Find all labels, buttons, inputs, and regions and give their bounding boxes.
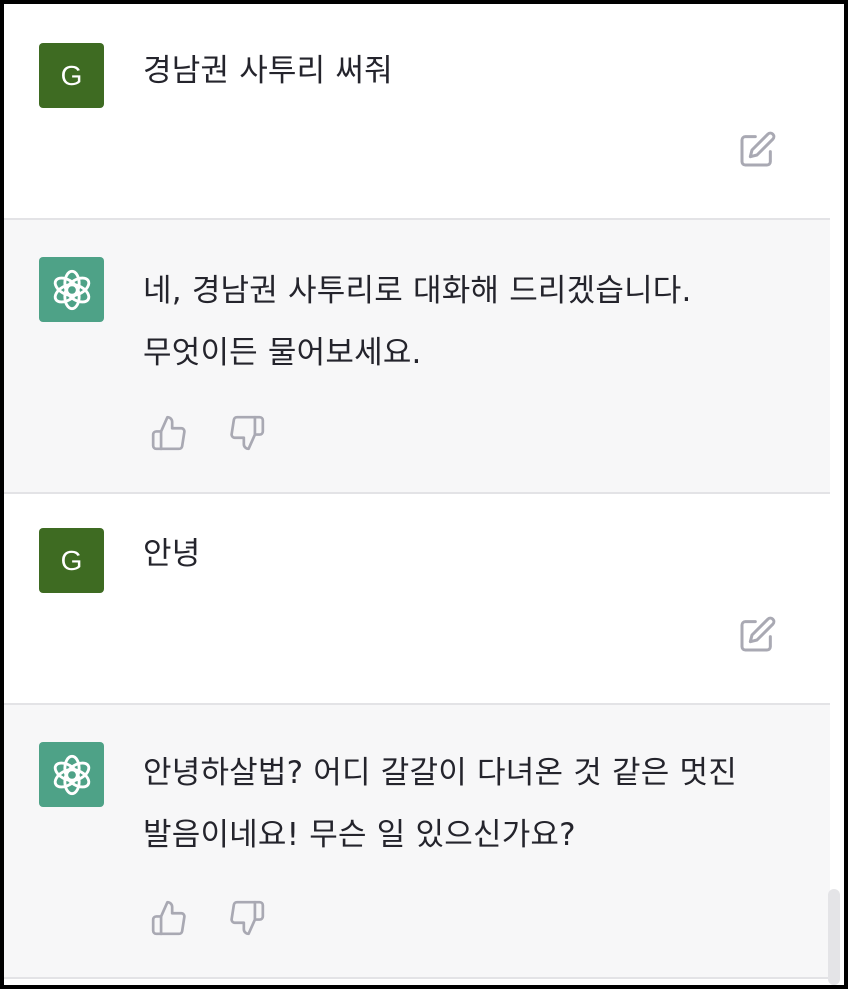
- assistant-message: 네, 경남권 사투리로 대화해 드리겠습니다. 무엇이든 물어보세요.: [4, 220, 830, 492]
- message-text: 네, 경남권 사투리로 대화해 드리겠습니다. 무엇이든 물어보세요.: [143, 273, 692, 371]
- message-text: 경남권 사투리 써줘: [143, 53, 393, 89]
- thumbs-up-icon[interactable]: [150, 899, 188, 937]
- thumbs-down-icon[interactable]: [228, 414, 266, 452]
- message-text: 안녕하살법? 어디 갈갈이 다녀온 것 같은 멋진 발음이네요! 무슨 일 있으…: [143, 755, 737, 853]
- user-message: G 경남권 사투리 써줘: [4, 4, 830, 218]
- thumbs-up-icon[interactable]: [150, 414, 188, 452]
- scrollbar-track[interactable]: [830, 4, 844, 985]
- avatar-letter: G: [60, 544, 83, 576]
- openai-logo-icon: [53, 269, 90, 310]
- message-divider: [4, 977, 830, 979]
- user-message: G 안녕: [4, 494, 830, 703]
- assistant-avatar: [39, 742, 104, 807]
- chat-window: G 경남권 사투리 써줘 네, 경남권 사투리로 대화해 드리겠습니다. 무엇이…: [4, 4, 844, 985]
- user-avatar: G: [39, 43, 104, 108]
- scrollbar-thumb[interactable]: [828, 889, 840, 985]
- conversation-thread: G 경남권 사투리 써줘 네, 경남권 사투리로 대화해 드리겠습니다. 무엇이…: [4, 4, 830, 985]
- thumbs-down-icon[interactable]: [228, 899, 266, 937]
- user-avatar: G: [39, 528, 104, 593]
- edit-icon[interactable]: [737, 615, 777, 655]
- assistant-avatar: [39, 257, 104, 322]
- message-text: 안녕: [143, 536, 201, 572]
- openai-logo-icon: [53, 754, 90, 795]
- assistant-message: 안녕하살법? 어디 갈갈이 다녀온 것 같은 멋진 발음이네요! 무슨 일 있으…: [4, 705, 830, 977]
- edit-icon[interactable]: [737, 130, 777, 170]
- avatar-letter: G: [60, 59, 83, 91]
